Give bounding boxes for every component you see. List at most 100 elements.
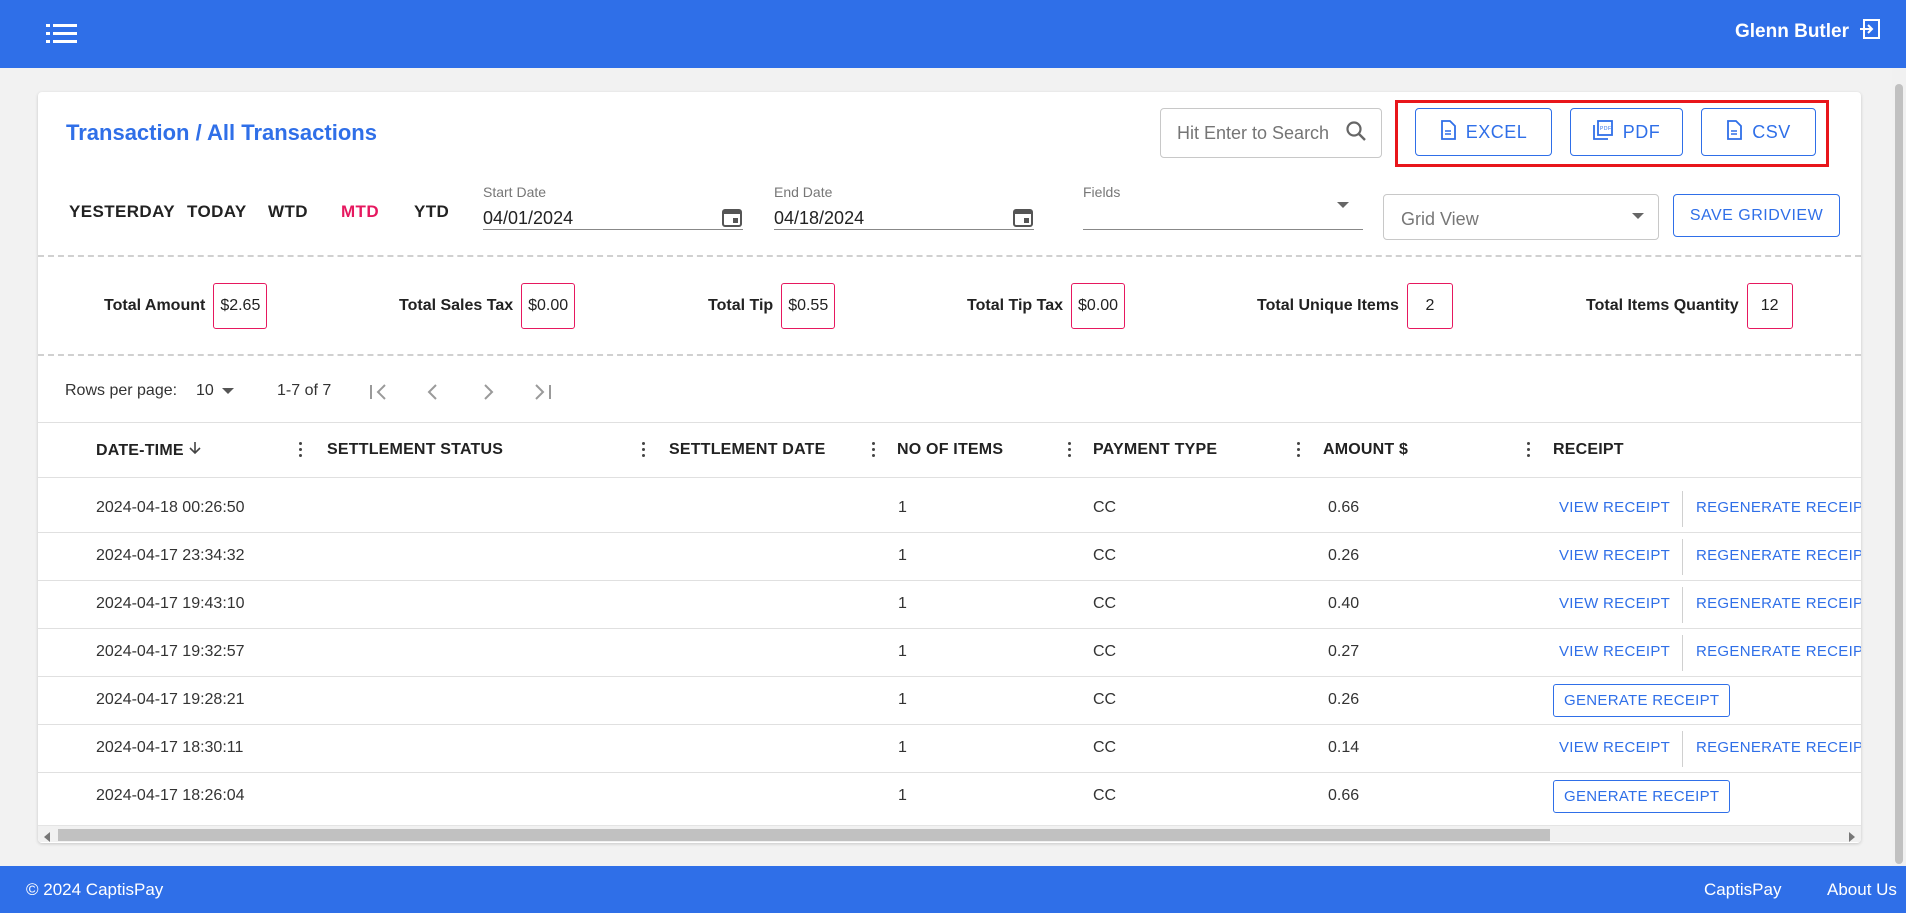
pdf-export-button[interactable]: PDF PDF [1570, 108, 1683, 156]
scrollbar-thumb[interactable] [1895, 84, 1903, 864]
generate-receipt-button[interactable]: GENERATE RECEIPT [1553, 780, 1731, 813]
table-row[interactable]: 2024-04-17 23:34:32 1 CC 0.26 VIEW RECEI… [38, 533, 1861, 581]
view-receipt-link[interactable]: VIEW RECEIPT [1559, 499, 1670, 516]
datetime-cell: 2024-04-17 19:32:57 [96, 643, 245, 660]
search-box[interactable] [1160, 108, 1382, 158]
pagination-range: 1-7 of 7 [277, 382, 332, 399]
column-menu-icon[interactable] [1527, 441, 1531, 457]
top-app-bar: Glenn Butler [0, 0, 1906, 68]
end-date-label: End Date [774, 184, 833, 200]
page-title: Transaction / All Transactions [66, 120, 377, 145]
total-label: Total Tip Tax [967, 297, 1064, 314]
view-receipt-link[interactable]: VIEW RECEIPT [1559, 643, 1670, 660]
fields-select[interactable]: Fields [1083, 184, 1363, 230]
column-header-receipt[interactable]: RECEIPT [1553, 441, 1624, 459]
end-date-value[interactable]: 04/18/2024 [774, 208, 864, 229]
excel-export-button[interactable]: EXCEL [1415, 108, 1552, 156]
divider [1682, 587, 1683, 623]
grid-view-select[interactable]: Grid View [1383, 194, 1659, 240]
range-wtd[interactable]: WTD [268, 202, 308, 222]
save-gridview-button[interactable]: SAVE GRIDVIEW [1673, 194, 1840, 237]
divider [38, 255, 1861, 257]
scroll-left-icon[interactable] [43, 829, 51, 843]
view-receipt-link[interactable]: VIEW RECEIPT [1559, 739, 1670, 756]
total-items-quantity: Total Items Quantity 12 [1586, 283, 1793, 329]
table-row[interactable]: 2024-04-17 19:28:21 1 CC 0.26 GENERATE R… [38, 677, 1861, 725]
start-date-field[interactable]: Start Date 04/01/2024 [483, 184, 743, 230]
range-ytd[interactable]: YTD [414, 202, 449, 222]
view-receipt-link[interactable]: VIEW RECEIPT [1559, 595, 1670, 612]
rows-per-page-select[interactable]: 10 [196, 382, 234, 400]
column-header-settlement-status[interactable]: SETTLEMENT STATUS [327, 441, 503, 459]
range-today[interactable]: TODAY [187, 202, 247, 222]
divider [1682, 491, 1683, 527]
regenerate-receipt-link[interactable]: REGENERATE RECEIPT [1696, 739, 1861, 756]
regenerate-receipt-link[interactable]: REGENERATE RECEIPT [1696, 595, 1861, 612]
vertical-scrollbar[interactable] [1892, 68, 1906, 866]
amount-cell: 0.27 [1328, 643, 1360, 660]
prev-page-icon[interactable] [422, 382, 446, 407]
rows-per-page-value: 10 [196, 382, 214, 399]
column-menu-icon[interactable] [642, 441, 646, 457]
sort-arrow-icon[interactable] [188, 441, 202, 455]
items-cell: 1 [898, 787, 907, 804]
next-page-icon[interactable] [476, 382, 500, 407]
search-input[interactable] [1177, 122, 1337, 144]
regenerate-receipt-link[interactable]: REGENERATE RECEIPT [1696, 643, 1861, 660]
footer: © 2024 CaptisPay CaptisPay About Us [0, 866, 1906, 913]
last-page-icon[interactable] [530, 382, 554, 407]
items-cell: 1 [898, 739, 907, 756]
footer-link-captispay[interactable]: CaptisPay [1704, 880, 1781, 900]
user-menu[interactable]: Glenn Butler [1735, 18, 1881, 46]
datetime-cell: 2024-04-17 19:43:10 [96, 595, 245, 612]
generate-receipt-button[interactable]: GENERATE RECEIPT [1553, 684, 1731, 717]
csv-label: CSV [1752, 121, 1791, 142]
menu-icon[interactable] [44, 20, 80, 48]
total-value: 12 [1746, 283, 1793, 329]
regenerate-receipt-link[interactable]: REGENERATE RECEIPT [1696, 547, 1861, 564]
total-label: Total Amount [104, 297, 206, 314]
first-page-icon[interactable] [368, 382, 392, 407]
start-date-value[interactable]: 04/01/2024 [483, 208, 573, 229]
pdf-label: PDF [1622, 121, 1661, 142]
payment-type-cell: CC [1093, 643, 1117, 660]
amount-cell: 0.26 [1328, 691, 1360, 708]
range-yesterday[interactable]: YESTERDAY [69, 202, 175, 222]
view-receipt-link[interactable]: VIEW RECEIPT [1559, 547, 1670, 564]
table-row[interactable]: 2024-04-17 19:43:10 1 CC 0.40 VIEW RECEI… [38, 581, 1861, 629]
scrollbar-thumb[interactable] [58, 829, 1550, 841]
column-header-no-of-items[interactable]: NO OF ITEMS [897, 441, 1003, 459]
csv-export-button[interactable]: CSV [1701, 108, 1816, 156]
table-row[interactable]: 2024-04-18 00:26:50 1 CC 0.66 VIEW RECEI… [38, 485, 1861, 533]
calendar-icon[interactable] [1012, 206, 1034, 233]
amount-cell: 0.14 [1328, 739, 1360, 756]
logout-icon[interactable] [1859, 18, 1881, 46]
table-row[interactable]: 2024-04-17 19:32:57 1 CC 0.27 VIEW RECEI… [38, 629, 1861, 677]
column-menu-icon[interactable] [1068, 441, 1072, 457]
total-value: $0.55 [781, 283, 836, 329]
table-row[interactable]: 2024-04-17 18:26:04 1 CC 0.66 GENERATE R… [38, 773, 1861, 821]
calendar-icon[interactable] [721, 206, 743, 233]
column-header-payment-type[interactable]: PAYMENT TYPE [1093, 441, 1217, 459]
column-menu-icon[interactable] [1297, 441, 1301, 457]
footer-link-about-us[interactable]: About Us [1827, 880, 1897, 900]
end-date-field[interactable]: End Date 04/18/2024 [774, 184, 1034, 230]
total-label: Total Sales Tax [399, 297, 514, 314]
divider [1682, 731, 1683, 767]
total-label: Total Items Quantity [1586, 297, 1739, 314]
chevron-down-icon[interactable] [1337, 202, 1349, 208]
table-row[interactable]: 2024-04-17 18:30:11 1 CC 0.14 VIEW RECEI… [38, 725, 1861, 773]
range-mtd[interactable]: MTD [341, 202, 379, 222]
column-header-settlement-date[interactable]: SETTLEMENT DATE [669, 441, 825, 459]
horizontal-scrollbar[interactable] [38, 825, 1861, 842]
search-icon[interactable] [1345, 120, 1367, 147]
column-menu-icon[interactable] [299, 441, 303, 457]
regenerate-receipt-link[interactable]: REGENERATE RECEIPT [1696, 499, 1861, 516]
column-header-amount[interactable]: AMOUNT $ [1323, 441, 1408, 459]
datetime-cell: 2024-04-17 18:26:04 [96, 787, 245, 804]
scroll-right-icon[interactable] [1848, 829, 1856, 843]
chevron-down-icon[interactable] [1632, 213, 1644, 219]
column-menu-icon[interactable] [872, 441, 876, 457]
datetime-cell: 2024-04-17 19:28:21 [96, 691, 245, 708]
column-header-datetime[interactable]: DATE-TIME [96, 441, 202, 460]
